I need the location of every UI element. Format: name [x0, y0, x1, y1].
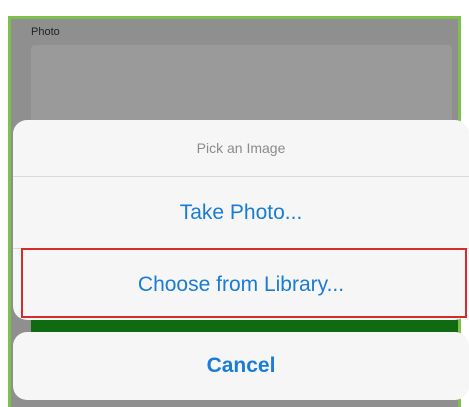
take-photo-button[interactable]: Take Photo...	[13, 177, 469, 249]
cancel-button[interactable]: Cancel	[13, 332, 469, 400]
action-sheet-title: Pick an Image	[13, 120, 469, 177]
photo-label: Photo	[31, 26, 60, 38]
action-sheet: Pick an Image Take Photo... Choose from …	[13, 120, 469, 320]
choose-from-library-button[interactable]: Choose from Library...	[13, 249, 469, 320]
